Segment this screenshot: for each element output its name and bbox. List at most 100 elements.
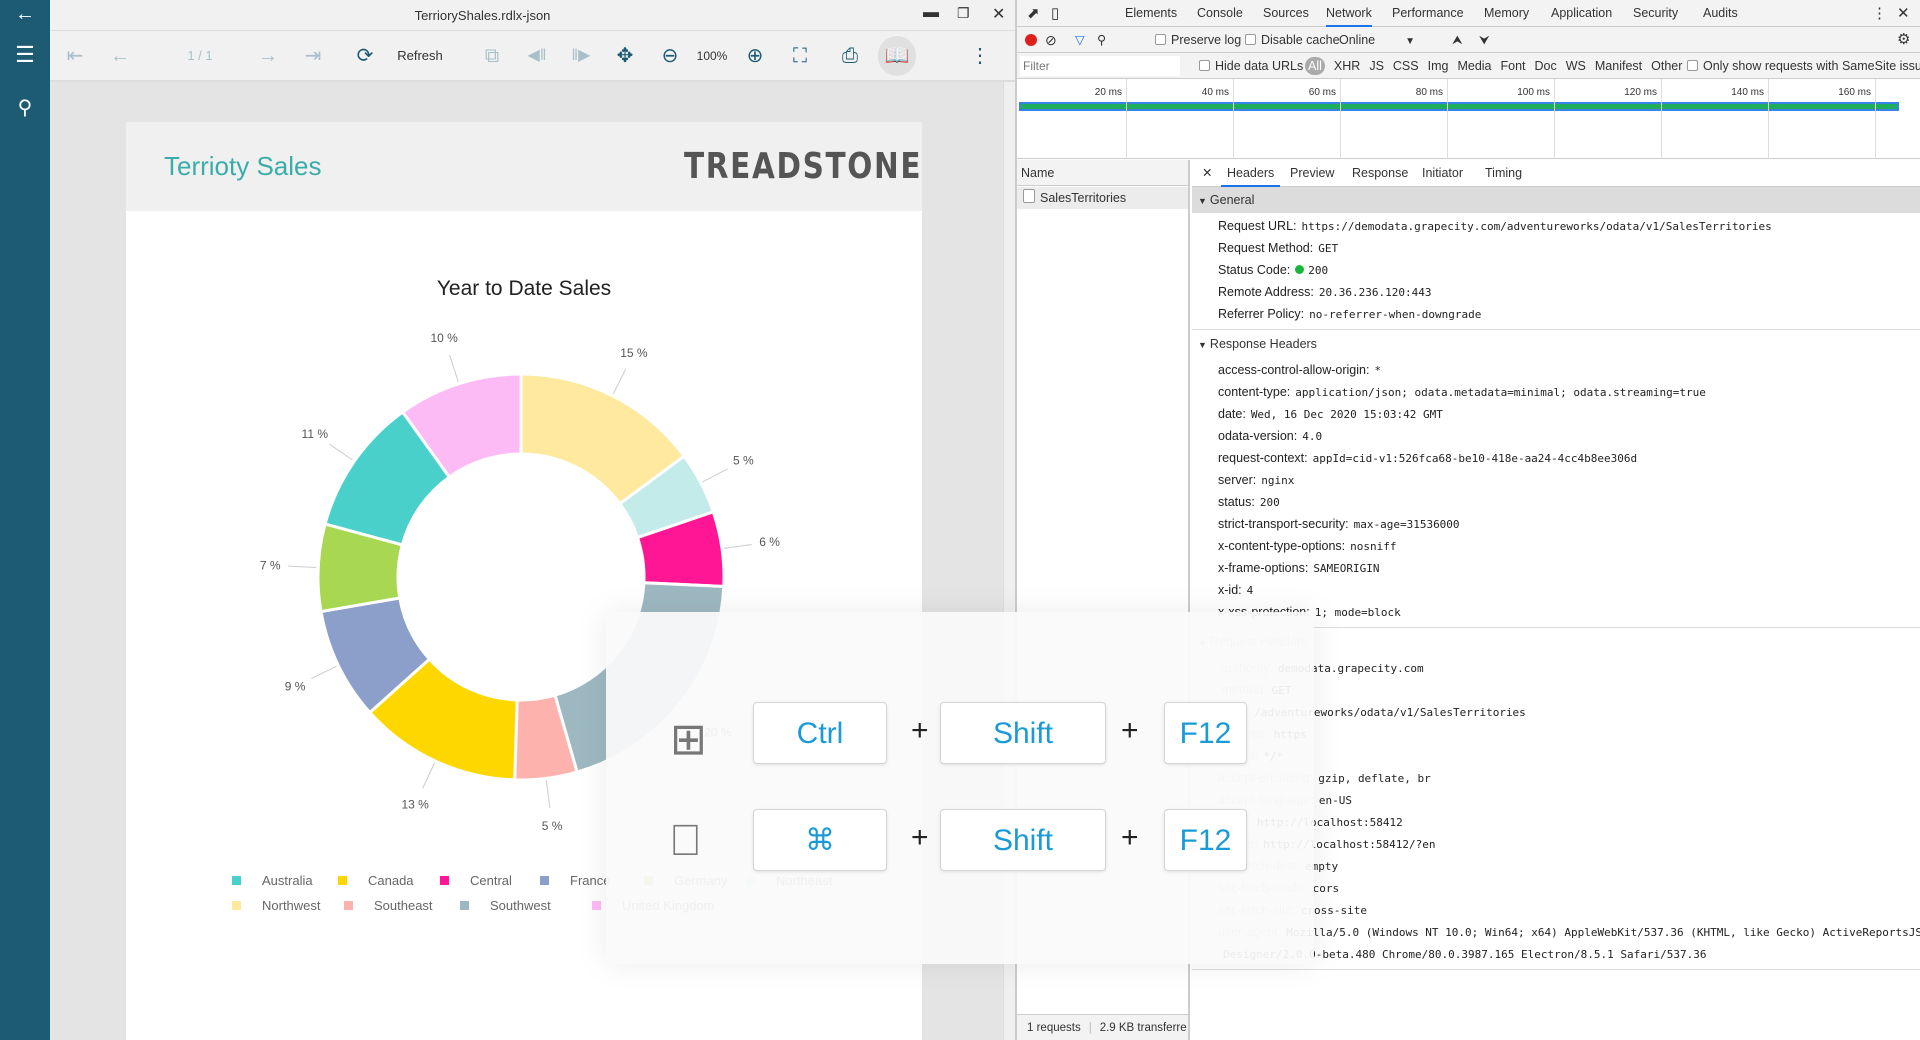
refresh-icon[interactable]: ⟳: [350, 31, 380, 81]
devtools-tab-console[interactable]: Console: [1197, 0, 1243, 27]
legend-item-canada[interactable]: Canada: [338, 873, 414, 888]
data-label: 9 %: [285, 679, 306, 693]
network-overview-timeline[interactable]: 20 ms 40 ms 60 ms 80 ms 100 ms 120 ms 140 ms 16…: [1017, 79, 1920, 159]
last-page-button[interactable]: ⇥: [298, 31, 328, 81]
timeline-tick-label: 100 ms: [1517, 87, 1550, 98]
search-icon[interactable]: ⚲: [1097, 27, 1106, 53]
name-column-header[interactable]: Name: [1017, 160, 1188, 186]
type-filter-img[interactable]: Img: [1428, 59, 1449, 73]
devtools-close-icon[interactable]: ✕: [1897, 0, 1910, 27]
type-filter-xhr[interactable]: XHR: [1334, 59, 1360, 73]
window-title: TerrioryShales.rdlx-json: [414, 8, 551, 23]
devtools-menu-icon[interactable]: ⋮: [1872, 0, 1887, 27]
response-header-row: status: 200: [1218, 495, 1280, 509]
print-icon[interactable]: ⎙: [835, 31, 865, 81]
response-header-row: request-context: appId=cid-v1:526fca68-be…: [1218, 451, 1638, 465]
devtools-tab-security[interactable]: Security: [1633, 0, 1678, 27]
section-divider: [1192, 329, 1920, 330]
detail-tab-response[interactable]: Response: [1352, 160, 1408, 187]
history-back-icon[interactable]: ◀‖: [522, 31, 552, 81]
data-label: 5 %: [733, 454, 754, 468]
request-header-row: user-agent:Mozilla/5.0 (Windows NT 10.0;…: [1218, 925, 1920, 939]
pan-mode-icon[interactable]: ✥: [610, 31, 640, 81]
device-toolbar-icon[interactable]: ▯: [1051, 0, 1059, 27]
devtools-tab-audits[interactable]: Audits: [1703, 0, 1738, 27]
refresh-button[interactable]: Refresh: [390, 31, 450, 81]
filter-input[interactable]: [1020, 56, 1180, 76]
type-filter-media[interactable]: Media: [1457, 59, 1491, 73]
general-section-header[interactable]: ▼ General: [1192, 187, 1920, 213]
devtools-tab-application[interactable]: Application: [1551, 0, 1612, 27]
type-filter-other[interactable]: Other: [1651, 59, 1682, 73]
disable-cache-checkbox[interactable]: Disable cache: [1245, 27, 1340, 53]
response-section-header[interactable]: ▼ Response Headers: [1192, 331, 1920, 357]
record-icon[interactable]: [1025, 34, 1037, 46]
legend-item-australia[interactable]: Australia: [232, 873, 313, 888]
request-row[interactable]: SalesTerritories: [1017, 187, 1188, 209]
devtools-tab-network[interactable]: Network: [1326, 0, 1372, 27]
request-timing-bar: [1019, 102, 1899, 111]
export-har-icon[interactable]: ⮟: [1479, 27, 1490, 53]
backtoparent-icon[interactable]: ⧉: [477, 31, 507, 81]
type-filter-manifest[interactable]: Manifest: [1595, 59, 1642, 73]
type-filter-css[interactable]: CSS: [1393, 59, 1419, 73]
filter-icon[interactable]: ▽: [1075, 27, 1085, 53]
fullscreen-icon[interactable]: ⛶: [785, 31, 815, 81]
close-detail-icon[interactable]: ✕: [1202, 160, 1212, 187]
minimize-button[interactable]: ▬: [923, 4, 939, 22]
detail-tab-initiator[interactable]: Initiator: [1422, 160, 1463, 187]
restore-button[interactable]: ❐: [957, 5, 970, 22]
legend-item-central[interactable]: Central: [440, 873, 512, 888]
settings-gear-icon[interactable]: ⚙: [1897, 27, 1910, 53]
back-arrow-icon[interactable]: ←: [0, 3, 50, 26]
detail-tab-headers[interactable]: Headers: [1221, 160, 1281, 187]
apple-logo-icon: : [669, 816, 702, 866]
type-filter-font[interactable]: Font: [1501, 59, 1526, 73]
first-page-button[interactable]: ⇤: [60, 31, 90, 81]
data-label: 5 %: [542, 819, 563, 833]
preserve-log-checkbox[interactable]: Preserve log: [1155, 27, 1241, 53]
devtools-tab-sources[interactable]: Sources: [1263, 0, 1309, 27]
legend-item-southeast[interactable]: Southeast: [344, 898, 433, 913]
hide-data-urls-checkbox[interactable]: Hide data URLs: [1199, 53, 1303, 79]
inspect-element-icon[interactable]: ⬈: [1027, 0, 1040, 27]
galley-mode-icon[interactable]: 📖: [878, 36, 916, 76]
data-label-leader: [723, 543, 752, 549]
network-status-bar: 1 requests | 2.9 KB transferre: [1017, 1014, 1188, 1040]
legend-item-france[interactable]: France: [540, 873, 610, 888]
samesite-checkbox[interactable]: Only show requests with SameSite issues: [1687, 53, 1920, 79]
devtools-tab-elements[interactable]: Elements: [1125, 0, 1177, 27]
detail-tab-preview[interactable]: Preview: [1290, 160, 1334, 187]
type-filter-js[interactable]: JS: [1369, 59, 1384, 73]
general-header-row: Remote Address: 20.36.236.120:443: [1218, 285, 1432, 299]
zoom-out-icon[interactable]: ⊖: [655, 31, 685, 81]
clear-icon[interactable]: ⊘: [1045, 27, 1057, 53]
detail-tab-timing[interactable]: Timing: [1485, 160, 1522, 187]
devtools-tab-memory[interactable]: Memory: [1484, 0, 1529, 27]
search-icon[interactable]: ⚲: [0, 95, 50, 120]
viewer-toolbar: ⇤ ← 1 / 1 → ⇥ ⟳ Refresh ⧉ ◀‖ ‖▶ ✥ ⊖ 100%…: [50, 30, 1015, 82]
menu-icon[interactable]: ☰: [0, 42, 50, 68]
import-har-icon[interactable]: ⮝: [1452, 27, 1463, 53]
type-filter-ws[interactable]: WS: [1566, 59, 1586, 73]
timeline-gridline: [1447, 79, 1448, 159]
legend-item-northwest[interactable]: Northwest: [232, 898, 321, 913]
history-forward-icon[interactable]: ‖▶: [566, 31, 596, 81]
more-options-icon[interactable]: ⋮: [970, 31, 990, 81]
data-label-leader: [422, 762, 435, 789]
previous-page-button[interactable]: ←: [105, 31, 135, 81]
type-filter-doc[interactable]: Doc: [1535, 59, 1557, 73]
page-indicator[interactable]: 1 / 1: [170, 31, 230, 81]
zoom-in-icon[interactable]: ⊕: [740, 31, 770, 81]
zoom-level[interactable]: 100%: [692, 31, 732, 81]
type-filter-all[interactable]: All: [1305, 57, 1325, 75]
throttle-select[interactable]: Online ▼: [1339, 27, 1415, 55]
windows-key-f12: F12: [1164, 702, 1247, 764]
legend-item-southwest[interactable]: Southwest: [460, 898, 551, 913]
close-button[interactable]: ✕: [992, 4, 1005, 24]
legend-swatch: [440, 876, 449, 885]
devtools-tab-performance[interactable]: Performance: [1392, 0, 1464, 27]
mac-key-shift: Shift: [940, 809, 1106, 871]
timeline-tick-label: 40 ms: [1201, 87, 1229, 98]
next-page-button[interactable]: →: [253, 31, 283, 81]
